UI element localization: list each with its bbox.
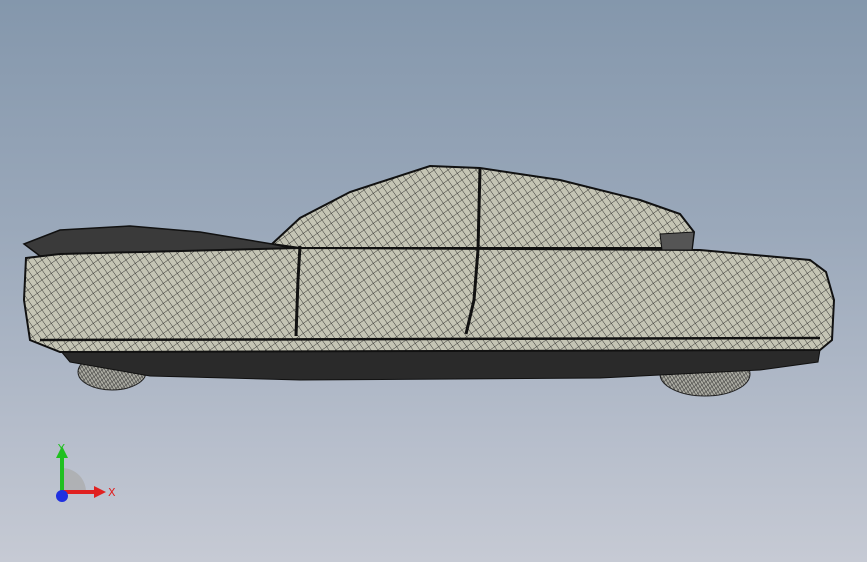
z-axis-dot — [56, 490, 68, 502]
triad-plane-indicator — [62, 468, 86, 492]
car-model[interactable] — [0, 0, 867, 562]
car-body — [22, 246, 836, 354]
front-grille — [659, 231, 695, 251]
graphics-viewport[interactable]: Y X — [0, 0, 867, 562]
x-axis-arrowhead — [94, 486, 106, 498]
coordinate-triad: Y X — [56, 442, 116, 502]
y-axis-label: Y — [57, 442, 65, 455]
x-axis-label: X — [108, 486, 116, 499]
cabin-roof — [269, 164, 696, 249]
